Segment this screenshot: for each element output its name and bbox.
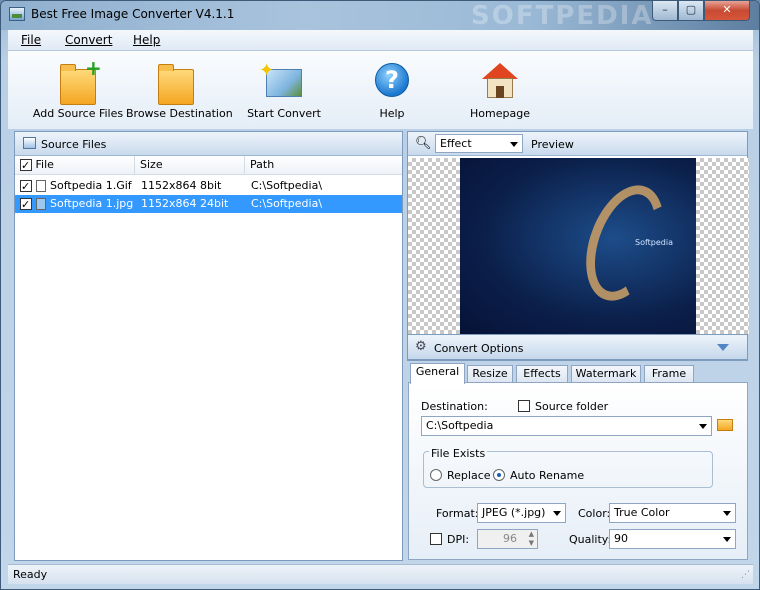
resize-grip-icon[interactable]: ⋰: [741, 570, 750, 580]
options-tabs: General Resize Effects Watermark Frame: [408, 363, 748, 384]
source-folder-label: Source folder: [535, 400, 609, 413]
file-path: C:\Softpedia\: [251, 197, 323, 210]
column-size[interactable]: Size: [135, 156, 245, 175]
destination-dropdown[interactable]: C:\Softpedia: [421, 416, 712, 436]
source-files-header: Source Files: [15, 132, 402, 156]
tab-watermark[interactable]: Watermark: [571, 365, 641, 383]
format-dropdown[interactable]: JPEG (*.jpg): [477, 503, 566, 523]
help-icon: ?: [375, 63, 409, 97]
dpi-checkbox[interactable]: [430, 533, 442, 545]
zoom-icon: 🔍︎: [415, 136, 432, 151]
app-icon[interactable]: [9, 7, 25, 21]
file-icon: [36, 198, 46, 210]
file-path: C:\Softpedia\: [251, 179, 323, 192]
file-list-header: File Size Path: [15, 156, 402, 175]
dpi-spinner[interactable]: 96 ▲ ▼: [477, 529, 538, 549]
preview-canvas: Softpedia: [408, 158, 749, 335]
file-checkbox[interactable]: [20, 178, 32, 195]
general-options: Destination: Source folder C:\Softpedia …: [408, 382, 748, 560]
select-all-checkbox[interactable]: [20, 157, 32, 175]
color-dropdown[interactable]: True Color: [609, 503, 736, 523]
column-file[interactable]: File: [15, 156, 135, 175]
auto-rename-radio[interactable]: [493, 469, 505, 481]
maximize-button[interactable]: ▢: [678, 1, 704, 21]
format-label: Format:: [436, 507, 479, 520]
file-name: Softpedia 1.Gif: [50, 179, 132, 192]
file-row-selected[interactable]: Softpedia 1.jpg 1152x864 24bit C:\Softpe…: [15, 195, 402, 213]
close-button[interactable]: ✕: [704, 1, 750, 21]
source-folder-checkbox[interactable]: [518, 400, 530, 412]
replace-radio[interactable]: [430, 469, 442, 481]
column-path[interactable]: Path: [245, 156, 403, 175]
folder-add-icon: +: [60, 58, 102, 105]
menu-convert[interactable]: Convert: [65, 33, 112, 47]
home-icon: [482, 63, 518, 99]
spinner-arrows-icon[interactable]: ▲ ▼: [529, 530, 534, 548]
add-source-files-button[interactable]: + Add Source Files: [26, 51, 130, 127]
help-button[interactable]: ? Help: [364, 51, 420, 127]
image-list-icon: [23, 137, 36, 149]
menu-bar: File Convert Help: [8, 30, 753, 51]
magic-wand-icon: ✦: [259, 60, 302, 97]
status-text: Ready: [13, 568, 48, 581]
menu-help[interactable]: Help: [133, 33, 160, 47]
file-name: Softpedia 1.jpg: [50, 197, 134, 210]
source-files-panel: Source Files File Size Path Softpedia 1.…: [14, 131, 403, 561]
preview-panel: 🔍︎ Effect Preview Softpedia: [407, 131, 749, 361]
tab-effects[interactable]: Effects: [516, 365, 568, 383]
preview-header: 🔍︎ Effect Preview: [408, 132, 747, 156]
menu-file[interactable]: File: [21, 33, 41, 47]
file-checkbox[interactable]: [20, 196, 32, 213]
softpedia-watermark: SOFTPEDIA: [471, 1, 654, 31]
effect-dropdown[interactable]: Effect: [435, 134, 523, 153]
start-convert-button[interactable]: ✦ Start Convert: [242, 51, 326, 127]
browse-folder-icon[interactable]: [717, 419, 733, 431]
file-row[interactable]: Softpedia 1.Gif 1152x864 8bit C:\Softped…: [15, 177, 402, 195]
tab-frame[interactable]: Frame: [644, 365, 694, 383]
app-window: Best Free Image Converter V4.1.1 SOFTPED…: [0, 0, 760, 590]
dpi-label: DPI:: [447, 533, 470, 546]
file-size: 1152x864 24bit: [141, 197, 229, 210]
window-title: Best Free Image Converter V4.1.1: [31, 7, 235, 21]
quality-label: Quality:: [569, 533, 612, 546]
tab-general[interactable]: General: [410, 363, 465, 384]
homepage-button[interactable]: Homepage: [466, 51, 534, 127]
title-bar[interactable]: Best Free Image Converter V4.1.1 SOFTPED…: [1, 1, 759, 31]
preview-image: Softpedia: [460, 158, 696, 335]
minimize-button[interactable]: –: [652, 1, 678, 21]
collapse-arrow-icon[interactable]: [717, 344, 729, 351]
toolbar: + Add Source Files Browse Destination ✦ …: [8, 51, 753, 129]
tab-resize[interactable]: Resize: [467, 365, 513, 383]
status-bar: Ready ⋰: [8, 564, 753, 584]
browse-destination-button[interactable]: Browse Destination: [126, 51, 233, 127]
convert-options-header[interactable]: ⚙ Convert Options: [407, 334, 748, 360]
file-exists-label: File Exists: [429, 447, 488, 460]
destination-label: Destination:: [421, 400, 488, 413]
file-size: 1152x864 8bit: [141, 179, 222, 192]
quality-dropdown[interactable]: 90: [609, 529, 736, 549]
gear-icon: ⚙: [415, 339, 427, 354]
file-icon: [36, 180, 46, 192]
folder-icon: [158, 64, 194, 105]
color-label: Color:: [578, 507, 611, 520]
